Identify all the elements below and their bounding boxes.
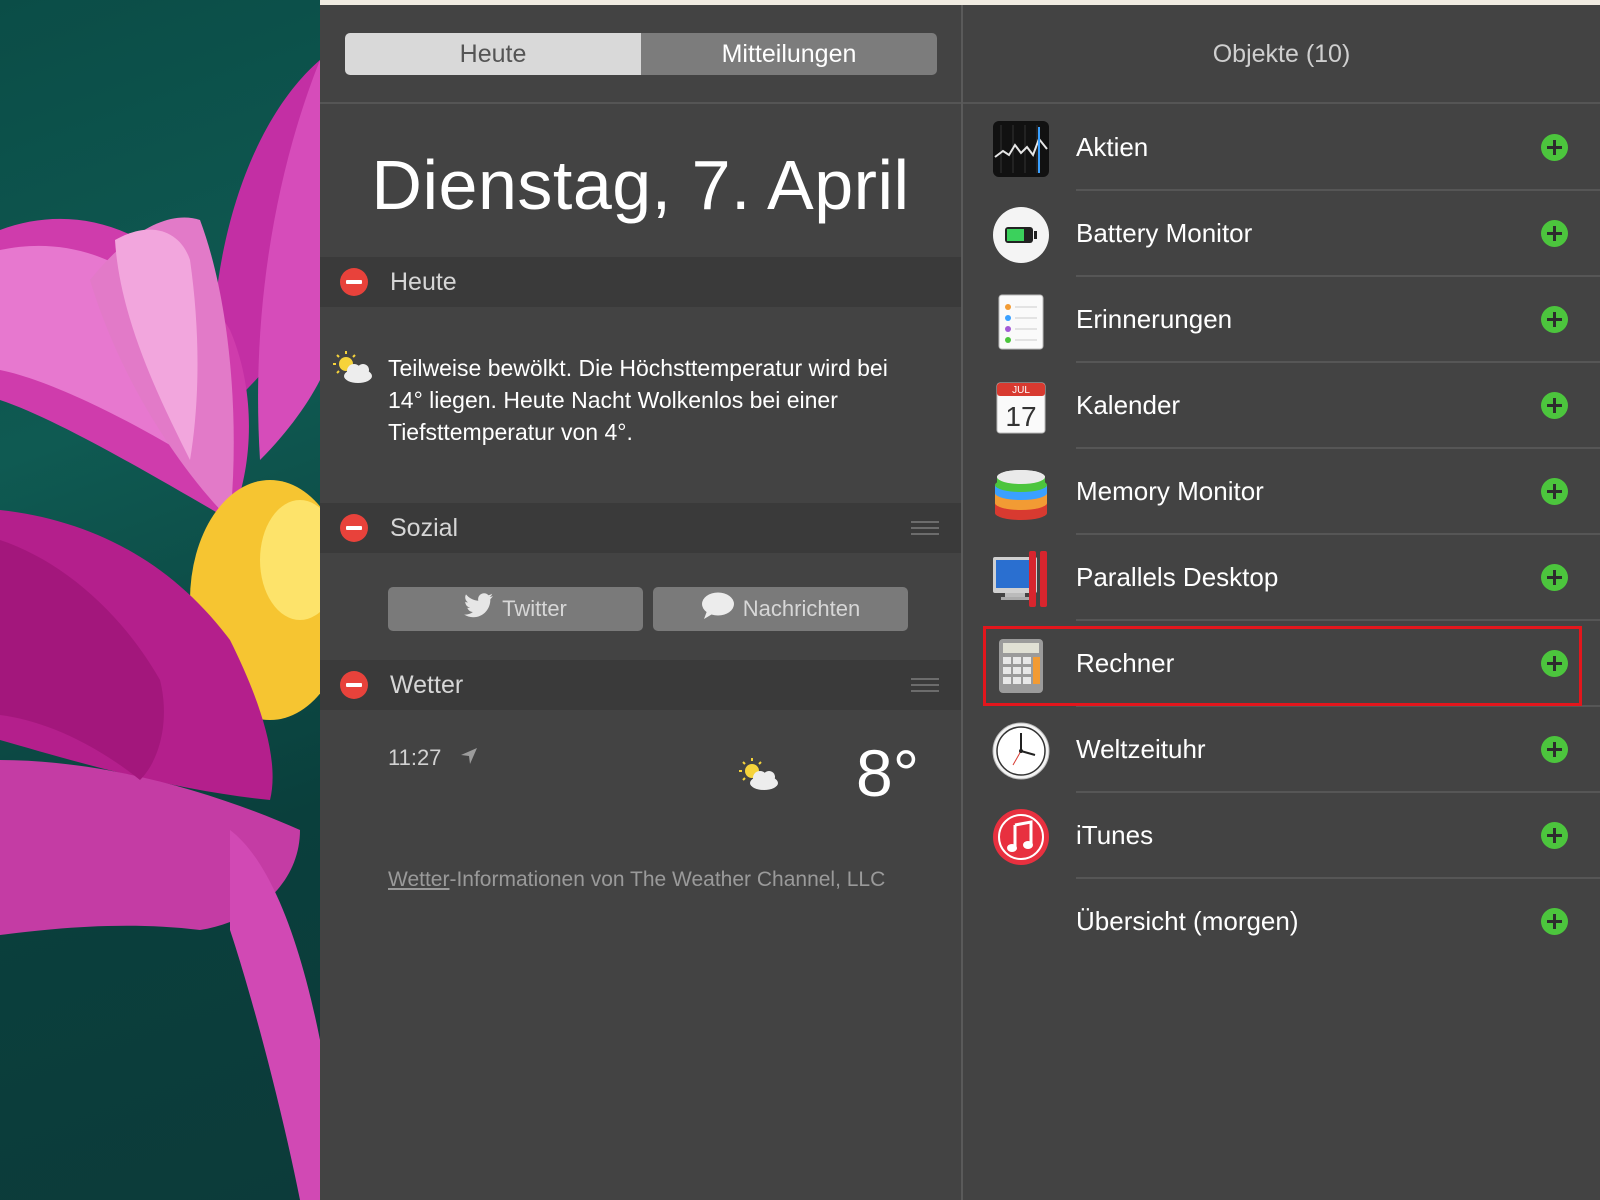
widget-row-itunes[interactable]: iTunes <box>963 793 1600 879</box>
widget-label: Rechner <box>1076 648 1175 678</box>
widget-row-aktien[interactable]: Aktien <box>963 105 1600 191</box>
add-widget-button[interactable] <box>1541 736 1568 763</box>
remove-widget-button[interactable] <box>340 268 368 296</box>
today-view-column: Heute Mitteilungen Dienstag, 7. April He… <box>320 5 961 1200</box>
view-switcher: Heute Mitteilungen <box>345 33 937 75</box>
weather-summary-text: Teilweise bewölkt. Die Höchsttemperatur … <box>388 355 888 445</box>
speech-bubble-icon <box>701 592 735 626</box>
section-title: Wetter <box>390 670 464 699</box>
tab-today[interactable]: Heute <box>345 33 641 75</box>
section-header-heute: Heute <box>320 257 961 307</box>
weather-credit: Wetter-Informationen von The Weather Cha… <box>388 867 928 893</box>
widget-row-weltzeituhr[interactable]: Weltzeituhr <box>963 707 1600 793</box>
messages-label: Nachrichten <box>742 596 861 621</box>
widget-label: Aktien <box>1076 132 1149 162</box>
widget-label: Erinnerungen <box>1076 304 1233 334</box>
widget-label: Battery Monitor <box>1076 218 1253 248</box>
section-title: Heute <box>390 267 457 296</box>
calendar-month-label: JUL <box>1012 385 1030 396</box>
calculator-icon <box>991 635 1051 695</box>
partly-cloudy-icon <box>332 350 376 391</box>
partly-cloudy-icon <box>738 757 782 798</box>
drag-handle-icon[interactable] <box>911 521 939 535</box>
date-heading: Dienstag, 7. April <box>371 146 910 224</box>
remove-widget-button[interactable] <box>340 514 368 542</box>
weather-credit-text: -Informationen von The Weather Channel, … <box>449 868 886 891</box>
objects-title: Objekte (10) <box>1212 40 1351 68</box>
desktop-wallpaper <box>0 0 320 1200</box>
header-divider <box>320 102 961 104</box>
header-divider <box>963 102 1600 104</box>
widget-label: Kalender <box>1076 390 1181 420</box>
drag-handle-icon[interactable] <box>911 678 939 692</box>
itunes-icon <box>991 807 1051 867</box>
widget-row-parallels-desktop[interactable]: Parallels Desktop <box>963 535 1600 621</box>
widget-label: iTunes <box>1076 820 1154 850</box>
tab-notifications[interactable]: Mitteilungen <box>641 33 937 75</box>
messages-button[interactable]: Nachrichten <box>653 587 908 631</box>
widget-label: Parallels Desktop <box>1076 562 1279 592</box>
add-widget-button[interactable] <box>1541 220 1568 247</box>
add-widget-button[interactable] <box>1541 564 1568 591</box>
widget-row-erinnerungen[interactable]: Erinnerungen <box>963 277 1600 363</box>
add-widget-button[interactable] <box>1541 478 1568 505</box>
location-arrow-icon <box>460 747 478 770</box>
parallels-icon <box>991 549 1051 609</box>
widget-row-battery-monitor[interactable]: Battery Monitor <box>963 191 1600 277</box>
remove-widget-button[interactable] <box>340 671 368 699</box>
widget-row-rechner[interactable]: Rechner <box>963 621 1600 707</box>
section-header-sozial: Sozial <box>320 503 961 553</box>
weather-temperature: 8° <box>856 736 920 810</box>
weather-time: 11:27 <box>388 745 442 770</box>
section-header-wetter: Wetter <box>320 660 961 710</box>
calendar-icon: JUL 17 <box>991 377 1051 437</box>
twitter-bird-icon <box>464 593 494 625</box>
reminders-icon <box>991 291 1051 351</box>
world-clock-icon <box>991 721 1051 781</box>
widget-label: Weltzeituhr <box>1076 734 1206 764</box>
add-widget-button[interactable] <box>1541 908 1568 935</box>
memory-monitor-icon <box>991 463 1051 523</box>
lotus-flower-image <box>0 60 320 1200</box>
add-widget-button[interactable] <box>1541 650 1568 677</box>
add-widget-button[interactable] <box>1541 306 1568 333</box>
notification-center-panel: Heute Mitteilungen Dienstag, 7. April He… <box>320 0 1600 1200</box>
twitter-label: Twitter <box>502 596 567 621</box>
widget-row-memory-monitor[interactable]: Memory Monitor <box>963 449 1600 535</box>
widget-library-column: Objekte (10) Aktien Battery Monitor Erin… <box>963 5 1600 1200</box>
add-widget-button[interactable] <box>1541 134 1568 161</box>
widget-row-kalender[interactable]: JUL 17 Kalender <box>963 363 1600 449</box>
calendar-day-label: 17 <box>1005 401 1036 432</box>
add-widget-button[interactable] <box>1541 822 1568 849</box>
twitter-button[interactable]: Twitter <box>388 587 643 631</box>
section-title: Sozial <box>390 513 459 542</box>
widget-label: Memory Monitor <box>1076 476 1264 506</box>
battery-icon <box>991 205 1051 265</box>
add-widget-button[interactable] <box>1541 392 1568 419</box>
widget-label: Übersicht (morgen) <box>1076 906 1299 936</box>
weather-credit-link[interactable]: Wetter <box>388 868 449 891</box>
stocks-icon <box>991 119 1051 179</box>
widget-row-uebersicht-morgen[interactable]: Übersicht (morgen) <box>963 879 1600 965</box>
